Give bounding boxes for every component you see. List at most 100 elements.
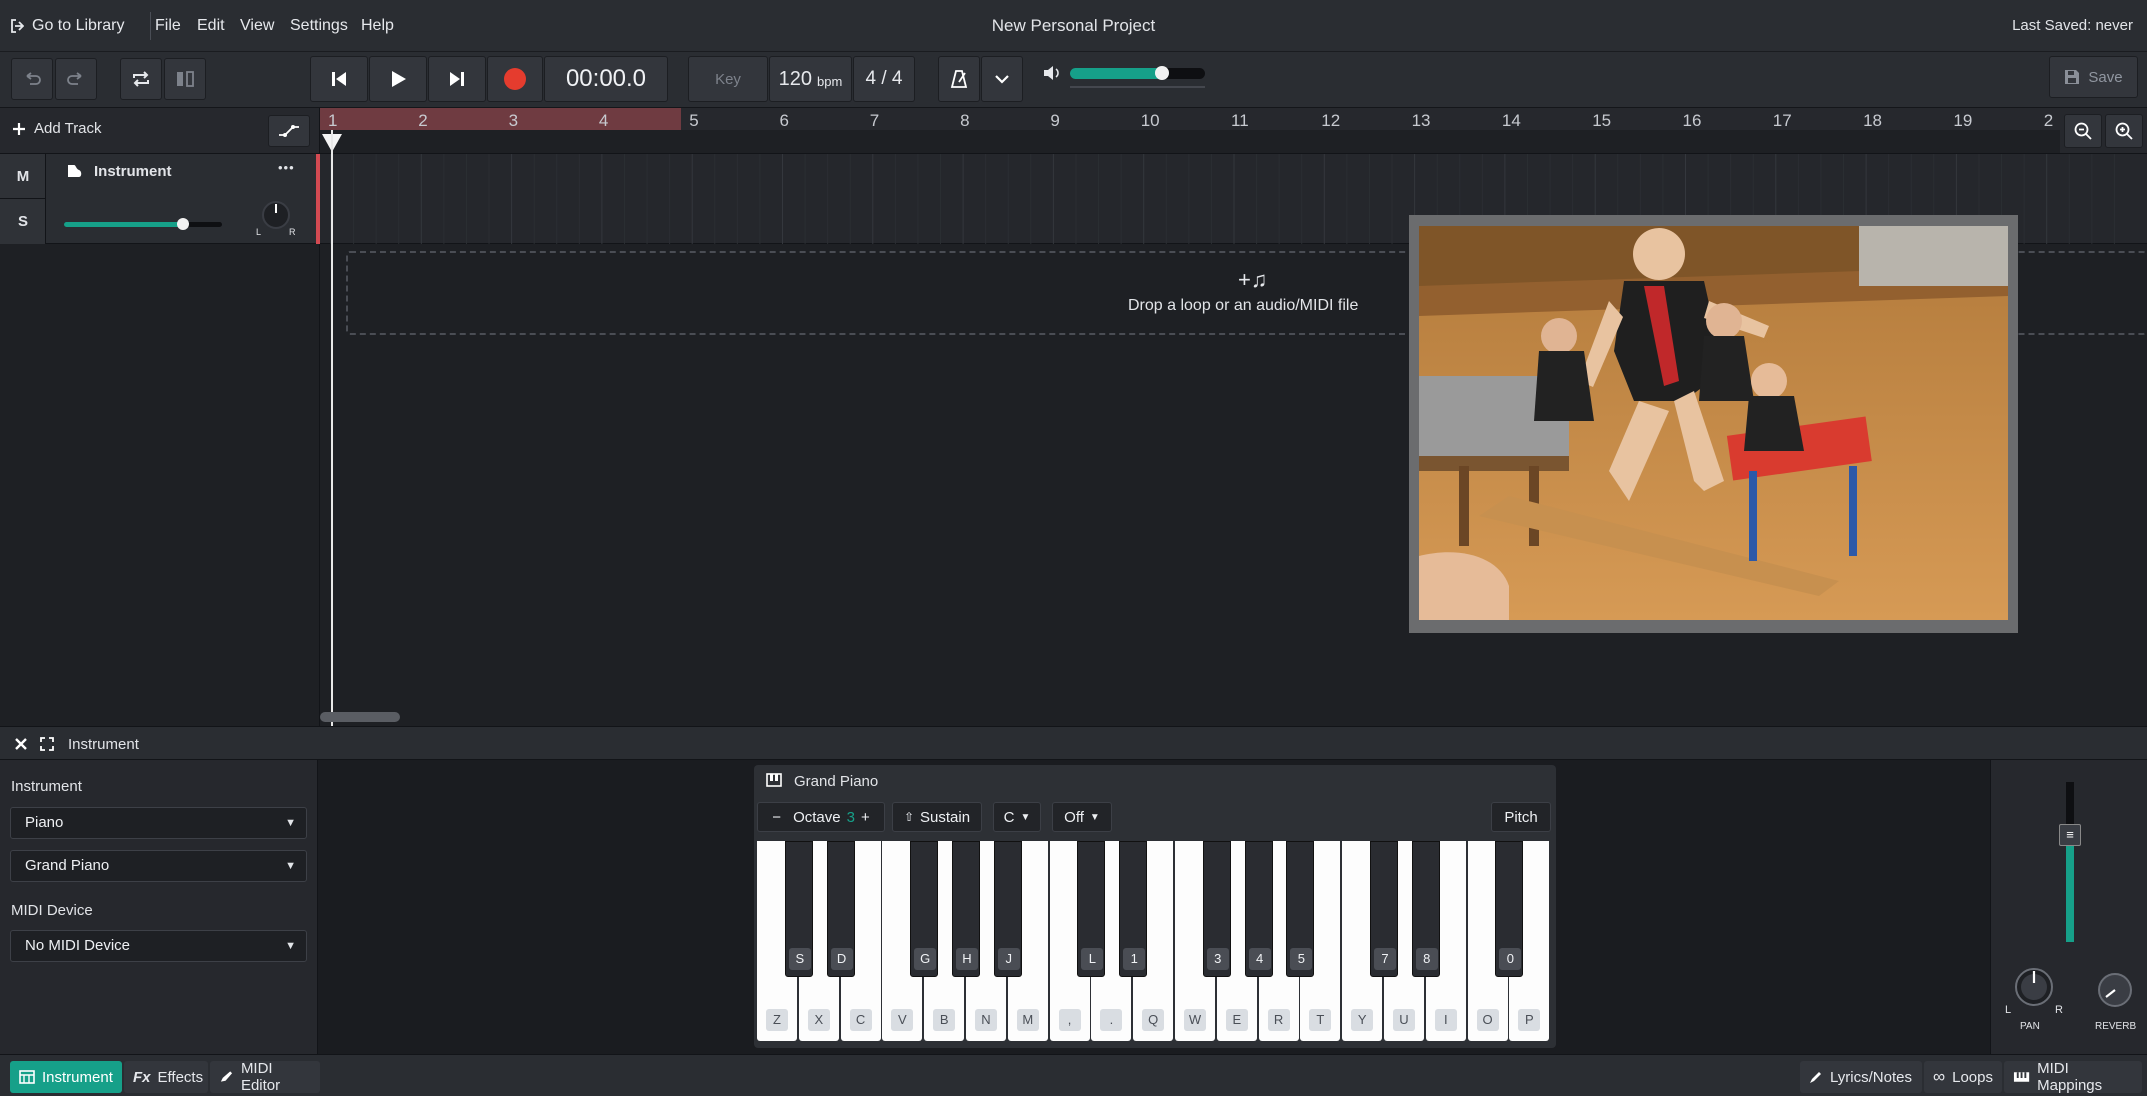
off-select[interactable]: Off ▼ <box>1052 802 1112 832</box>
record-button[interactable] <box>487 56 543 102</box>
tab-midi-mappings[interactable]: MIDI Mappings <box>2004 1060 2142 1094</box>
expand-icon[interactable] <box>40 737 54 751</box>
loop-toggle-button[interactable] <box>120 58 162 100</box>
track-more-button[interactable]: ••• <box>278 160 295 175</box>
key-shortcut-label: C <box>849 1009 872 1031</box>
octave-value: 3 <box>846 808 855 826</box>
caret-down-icon: ▼ <box>285 860 296 872</box>
horizontal-scrollbar[interactable] <box>320 712 400 722</box>
tab-midi-mappings-label: MIDI Mappings <box>2037 1060 2103 1094</box>
mute-label: M <box>16 167 30 185</box>
piano-black-key[interactable]: H <box>952 841 980 977</box>
automation-icon <box>279 125 299 137</box>
play-button[interactable] <box>369 56 427 102</box>
key-button[interactable]: Key <box>688 56 768 102</box>
key-select[interactable]: C ▼ <box>993 802 1041 832</box>
key-select-value: C <box>1003 808 1015 826</box>
menu-view[interactable]: View <box>240 14 274 38</box>
bottom-tab-bar: Instrument Fx Effects MIDI Editor Lyrics… <box>0 1054 2147 1096</box>
tab-midi-editor[interactable]: MIDI Editor <box>210 1060 320 1094</box>
track-volume-thumb[interactable] <box>176 218 189 230</box>
master-volume-thumb[interactable] <box>1154 66 1169 80</box>
loop-region[interactable] <box>320 108 682 130</box>
tab-midi-editor-label: MIDI Editor <box>240 1060 281 1094</box>
pencil-icon <box>220 1071 233 1082</box>
metronome-icon <box>950 70 968 88</box>
go-to-library-label: Go to Library <box>32 17 125 34</box>
play-icon <box>392 71 406 87</box>
menu-settings[interactable]: Settings <box>290 14 348 38</box>
close-icon[interactable] <box>14 737 28 751</box>
caret-down-icon: ▼ <box>1089 811 1100 823</box>
bar-number: 19 <box>1953 111 1973 130</box>
instrument-select[interactable]: Piano ▼ <box>10 807 307 839</box>
tab-loops[interactable]: ∞ Loops <box>1924 1061 2002 1093</box>
tab-effects[interactable]: Fx Effects <box>124 1061 208 1093</box>
midi-device-select[interactable]: No MIDI Device ▼ <box>10 930 307 962</box>
tab-lyrics-notes-label: Lyrics/Notes <box>1830 1068 1912 1086</box>
metronome-options-button[interactable] <box>981 56 1023 102</box>
piano-black-key[interactable]: 7 <box>1370 841 1398 977</box>
piano-black-key[interactable]: 3 <box>1202 841 1231 977</box>
menu-file[interactable]: File <box>155 14 181 38</box>
pan-knob[interactable] <box>2009 965 2059 1009</box>
track-volume-slider[interactable] <box>64 218 222 230</box>
reverb-label: REVERB <box>2095 1021 2137 1032</box>
instrument-fader-thumb[interactable]: ≡ <box>2059 824 2081 846</box>
skip-back-button[interactable] <box>310 56 368 102</box>
automation-button[interactable] <box>268 115 310 147</box>
track-header-instrument[interactable]: M S Instrument ••• L R <box>0 154 316 244</box>
piano-black-key[interactable]: 4 <box>1244 841 1273 977</box>
redo-button[interactable] <box>55 58 97 100</box>
octave-up-button[interactable]: + <box>861 809 870 826</box>
piano-black-key[interactable]: J <box>993 841 1022 977</box>
undo-button[interactable] <box>11 58 53 100</box>
undo-icon <box>26 72 41 85</box>
chevron-down-icon <box>995 75 1009 84</box>
piano-black-key[interactable]: 1 <box>1119 841 1148 977</box>
reverb-knob[interactable] <box>2094 970 2136 1010</box>
add-track-button[interactable]: Add Track <box>12 120 102 137</box>
key-shortcut-label: . <box>1100 1009 1123 1031</box>
menu-help[interactable]: Help <box>361 14 394 38</box>
tab-lyrics-notes[interactable]: Lyrics/Notes <box>1800 1061 1922 1093</box>
piano-black-key[interactable]: S <box>784 841 813 977</box>
piano-black-key[interactable]: 5 <box>1286 841 1315 977</box>
sustain-label: Sustain <box>920 808 971 826</box>
track-pan-knob[interactable]: L R <box>256 199 296 239</box>
skip-forward-button[interactable] <box>428 56 486 102</box>
zoom-in-button[interactable] <box>2105 114 2143 148</box>
solo-button[interactable]: S <box>0 199 46 244</box>
time-signature-field[interactable]: 4 / 4 <box>853 56 915 102</box>
instrument-select-value: Piano <box>25 814 64 831</box>
track-pan-right-label: R <box>289 227 296 237</box>
menu-edit[interactable]: Edit <box>197 14 225 38</box>
pan-label: PAN <box>2020 1021 2040 1032</box>
split-button[interactable] <box>164 58 206 100</box>
piano-black-key[interactable]: 0 <box>1495 841 1524 977</box>
tempo-field[interactable]: 120 bpm <box>769 56 852 102</box>
timeline-ruler[interactable]: 1 2 3 4 5 6 7 8 9 10 11 12 13 14 15 16 17 18 19 2 <box>320 108 2060 154</box>
metronome-button[interactable] <box>938 56 980 102</box>
video-overlay[interactable] <box>1409 215 2018 633</box>
piano-black-key[interactable]: L <box>1077 841 1106 977</box>
piano-title: Grand Piano <box>794 773 879 790</box>
save-button[interactable]: Save <box>2049 56 2138 98</box>
preset-select[interactable]: Grand Piano ▼ <box>10 850 307 882</box>
master-volume-slider[interactable] <box>1070 64 1205 88</box>
piano-black-key[interactable]: D <box>826 841 855 977</box>
record-icon <box>504 68 526 90</box>
piano-black-key[interactable]: 8 <box>1411 841 1440 977</box>
sustain-button[interactable]: ⇧ Sustain <box>892 802 982 832</box>
tab-instrument[interactable]: Instrument <box>10 1061 122 1093</box>
mute-button[interactable]: M <box>0 154 46 199</box>
track-name[interactable]: Instrument <box>94 163 172 180</box>
zoom-out-button[interactable] <box>2064 114 2102 148</box>
go-to-library-button[interactable]: Go to Library <box>10 14 124 38</box>
playhead-line <box>331 130 333 726</box>
octave-down-button[interactable]: − <box>772 809 781 826</box>
tracks-header: Add Track <box>0 108 320 154</box>
tab-instrument-label: Instrument <box>42 1068 113 1086</box>
pitch-button[interactable]: Pitch <box>1491 802 1551 832</box>
piano-black-key[interactable]: G <box>910 841 939 977</box>
